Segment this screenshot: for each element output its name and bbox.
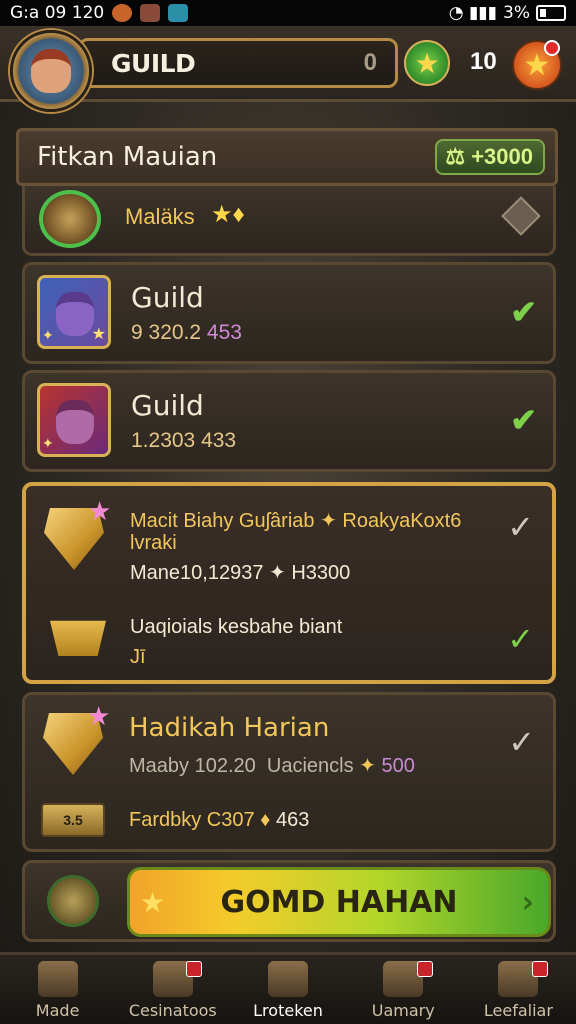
options-diamond-icon[interactable]	[501, 196, 541, 236]
guild-count: 0	[363, 49, 377, 76]
check-icon: ✔	[510, 402, 537, 438]
reward-pill: ⚖ +3000	[435, 139, 545, 175]
quest-line3-b: 463	[275, 809, 310, 831]
guild-stats: 1.2303 433	[131, 429, 236, 453]
nav-mail[interactable]: Cesinatoos	[115, 955, 230, 1024]
partial-label: Maläks	[125, 204, 195, 229]
coin-count: 10	[470, 48, 497, 75]
section-header: Fitkan Mauian ⚖ +3000	[16, 128, 558, 186]
guild-stat-b: 453	[206, 321, 242, 344]
star-icon: ★	[91, 326, 106, 343]
avatar-face-icon	[31, 49, 71, 93]
nav-summary[interactable]: Uamary	[346, 955, 461, 1024]
guild-stat-a: 1.2303	[131, 429, 196, 452]
battery-text: 3%	[503, 3, 530, 23]
character-portrait-icon	[56, 400, 94, 444]
star-coin-icon[interactable]: ★	[404, 40, 450, 86]
quest-title-line2: lvraki	[130, 532, 177, 554]
quest-line3: Fardbky C307 ♦ 463	[129, 809, 310, 831]
pink-star-icon: ★	[87, 701, 111, 731]
quest-progress: Mane10,12937 ✦ H3300	[130, 562, 351, 584]
quest-sub: Maaby 102.20 Uaciencls ✦ 500	[129, 755, 415, 777]
check-icon: ✓	[507, 621, 534, 657]
rank-icon: ✦	[42, 327, 54, 343]
app-icon	[140, 4, 161, 22]
guild-stat-a: 9 320.2	[131, 321, 202, 344]
list-item-partial[interactable]: Maläks ★♦	[22, 186, 556, 256]
nav-label: Leefaliar	[483, 1001, 553, 1020]
quest-item-title: Uaqioials kesbahe biant	[130, 616, 343, 638]
check-icon: ✔	[510, 294, 537, 330]
claim-button[interactable]: ★ GOMD HAHAN ›	[127, 867, 551, 937]
app-icon-2	[168, 4, 189, 22]
quest-title: Hadikah Harian	[129, 713, 330, 743]
quest-title: Macit Biahy Guʃâriab ✦ RoakyaKoxt6	[130, 510, 462, 532]
guild-emblem-icon	[39, 190, 101, 248]
flag-icon	[268, 961, 308, 997]
achievement-star-button[interactable]: ★	[512, 40, 562, 90]
wifi-icon: ◔ ▮▮▮	[448, 3, 498, 23]
guild-row-1[interactable]: ✦ ★ Guild 9 320.2 453 ✔	[22, 262, 556, 364]
notification-badge	[186, 961, 203, 977]
guild-name: Guild	[131, 389, 204, 422]
header: GUILD 0 ★ 10 ★	[0, 26, 576, 112]
ticket-text: 3.5	[63, 812, 83, 828]
notification-badge	[416, 961, 433, 977]
pink-star-icon: ★	[88, 496, 112, 526]
notification-dot	[544, 40, 560, 56]
quest-sub-c: 500	[381, 755, 415, 777]
star-icon: ★	[140, 885, 166, 919]
guild-stats: 9 320.2 453	[131, 321, 242, 345]
battery-icon	[536, 5, 566, 21]
guild-name: Guild	[131, 281, 204, 314]
nav-leaderboard[interactable]: Leefaliar	[461, 955, 576, 1024]
chevron-right-icon: ›	[521, 884, 534, 920]
guild-thumb-red: ✦	[37, 383, 111, 457]
coin-bag-icon	[47, 875, 99, 927]
player-avatar[interactable]	[10, 30, 92, 112]
house-icon	[37, 961, 78, 997]
guild-stat-b: 433	[201, 429, 237, 452]
claim-button-label: GOMD HAHAN	[220, 884, 458, 920]
nav-label: Cesinatoos	[128, 1001, 217, 1020]
quest-card-daily[interactable]: ★ Hadikah Harian Maaby 102.20 Uaciencls …	[22, 692, 556, 852]
section-title: Fitkan Mauian	[37, 142, 218, 172]
quest-card-highlighted[interactable]: ★ Macit Biahy Guʃâriab ✦ RoakyaKoxt6 lvr…	[22, 482, 556, 684]
ticket-icon: 3.5	[41, 803, 105, 837]
rank-icon: ✦	[42, 435, 54, 451]
bottom-nav: Made Cesinatoos Lroteken Uamary Leefalia…	[0, 952, 576, 1024]
nav-home[interactable]: Made	[0, 955, 115, 1024]
star-gem-icon: ★♦	[211, 201, 245, 228]
page-title: GUILD	[111, 48, 196, 78]
notification-badge	[532, 961, 549, 977]
nav-label: Uamary	[371, 1001, 435, 1020]
quest-item-sub: Jī	[130, 646, 146, 668]
notification-icon	[112, 4, 133, 22]
character-portrait-icon	[56, 292, 94, 336]
guild-name-bar[interactable]: GUILD 0	[78, 38, 398, 88]
status-time: G:a 09 120	[10, 3, 105, 23]
action-row: ★ GOMD HAHAN ›	[22, 860, 556, 942]
nav-label: Lroteken	[253, 1001, 323, 1020]
basket-icon	[50, 620, 106, 656]
quest-sub-a: Maaby 102.20	[129, 755, 256, 777]
check-outline-icon: ✓	[507, 509, 534, 545]
nav-guild[interactable]: Lroteken	[230, 955, 345, 1024]
nav-label: Made	[35, 1001, 80, 1020]
status-bar: G:a 09 120 ◔ ▮▮▮ 3%	[0, 0, 576, 26]
quest-sub-b: Uaciencls	[266, 755, 354, 777]
check-outline-icon: ✓	[508, 724, 535, 760]
guild-thumb-blue: ✦ ★	[37, 275, 111, 349]
quest-line3-a: Fardbky C307	[129, 809, 255, 831]
guild-row-2[interactable]: ✦ Guild 1.2303 433 ✔	[22, 370, 556, 472]
